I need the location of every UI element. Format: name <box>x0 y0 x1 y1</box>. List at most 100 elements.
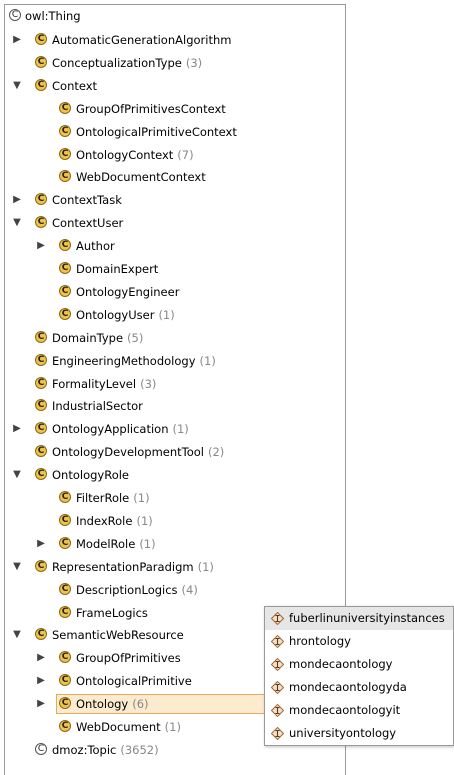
instance-count: (1) <box>139 536 156 551</box>
class-icon: C <box>35 78 47 91</box>
class-name: FilterRole <box>76 491 130 505</box>
tree-row[interactable]: C FormalityLevel (3) <box>5 373 345 395</box>
instance-count: (3) <box>185 55 203 70</box>
tree-row[interactable]: C WebDocumentContext <box>5 166 345 188</box>
class-name: OntologicalPrimitiveContext <box>76 124 237 139</box>
collapsed-arrow-icon[interactable]: ▶ <box>35 533 47 555</box>
expanded-arrow-icon[interactable]: ▼ <box>11 75 23 97</box>
tree-row-label: Context <box>52 75 97 97</box>
collapsed-arrow-icon[interactable]: ▶ <box>35 670 47 692</box>
tree-row-label: ConceptualizationType (3) <box>52 52 202 74</box>
tree-row[interactable]: C OntologyUser (1) <box>5 304 345 326</box>
class-name: FormalityLevel <box>52 376 137 391</box>
expanded-arrow-icon[interactable]: ▼ <box>11 624 23 646</box>
tree-row-label: OntologyContext (7) <box>76 144 194 166</box>
tree-row[interactable]: ▼ C OntologyRole <box>5 464 345 486</box>
collapsed-arrow-icon[interactable]: ▶ <box>11 29 23 51</box>
class-icon: C <box>35 33 47 45</box>
collapsed-arrow-icon[interactable]: ▶ <box>35 693 47 715</box>
class-icon: C <box>35 445 47 458</box>
class-icon: C <box>59 513 71 526</box>
class-name: OntologyUser <box>76 307 155 322</box>
tree-row-label: WebDocument (1) <box>76 716 181 738</box>
tree-row-label: Ontology (6) <box>76 693 149 715</box>
popup-item-label: mondecaontologyit <box>289 703 401 717</box>
collapsed-arrow-icon[interactable]: ▶ <box>11 418 23 440</box>
collapsed-arrow-icon[interactable]: ▶ <box>35 647 47 669</box>
class-name: OntologyContext <box>76 147 174 162</box>
popup-item[interactable]: mondecaontologyit <box>265 699 453 722</box>
tree-row[interactable]: C OntologyContext (7) <box>5 144 345 166</box>
class-icon: C <box>59 651 71 664</box>
tree-row[interactable]: ▼ C Context <box>5 75 345 97</box>
class-icon: C <box>59 674 71 687</box>
popup-item-label: hrontology <box>289 634 351 648</box>
tree-row-label: ContextTask <box>52 189 122 211</box>
popup-item[interactable]: hrontology <box>265 630 453 653</box>
class-icon: C <box>59 262 71 274</box>
tree-row[interactable]: C DescriptionLogics (4) <box>5 579 345 601</box>
class-name: GroupOfPrimitives <box>76 651 181 666</box>
popup-item[interactable]: mondecaontology <box>265 653 453 676</box>
class-icon: C <box>59 605 71 618</box>
tree-row[interactable]: C FilterRole (1) <box>5 487 345 509</box>
collapsed-arrow-icon[interactable]: ▶ <box>11 189 23 211</box>
class-name: IndustrialSector <box>52 399 143 414</box>
tree-row-label: OntologicalPrimitiveContext <box>76 121 237 143</box>
class-name: OntologyDevelopmentTool <box>52 445 204 460</box>
tree-row[interactable]: ▼ C RepresentationParadigm (1) <box>5 556 345 578</box>
class-icon: C <box>59 124 71 137</box>
class-icon: C <box>35 468 47 481</box>
class-name: ContextTask <box>52 193 122 208</box>
tree-row[interactable]: C OntologyEngineer <box>5 281 345 303</box>
class-name: WebDocumentContext <box>76 170 206 185</box>
tree-row[interactable]: C OntologyDevelopmentTool (2) <box>5 441 345 463</box>
tree-row[interactable]: C IndustrialSector <box>5 395 345 417</box>
popup-item[interactable]: universityontology <box>265 722 453 745</box>
class-name: IndexRole <box>76 513 133 528</box>
tree-row[interactable]: ▶ C ModelRole (1) <box>5 533 345 555</box>
class-icon: C <box>59 101 71 114</box>
class-name: RepresentationParadigm <box>52 559 194 574</box>
tree-row[interactable]: ▼ C ContextUser <box>5 212 345 234</box>
popup-item[interactable]: fuberlinuniversityinstances <box>265 607 453 630</box>
tree-row[interactable]: ▶ C Author <box>5 235 345 257</box>
tree-row[interactable]: ▶ C OntologyApplication (1) <box>5 418 345 440</box>
collapsed-arrow-icon[interactable]: ▶ <box>35 235 47 257</box>
expanded-arrow-icon[interactable]: ▼ <box>11 212 23 234</box>
class-name: FrameLogics <box>76 605 148 620</box>
class-name: SemanticWebResource <box>52 628 184 643</box>
popup-item-label: mondecaontology <box>289 657 393 671</box>
tree-row[interactable]: C DomainExpert <box>5 258 345 280</box>
class-icon: C <box>59 284 71 297</box>
tree-row[interactable]: C GroupOfPrimitivesContext <box>5 98 345 120</box>
class-icon: C <box>35 559 47 572</box>
tree-row-label: owl:Thing <box>25 9 81 23</box>
instance-count: (7) <box>177 147 194 162</box>
instance-count: (1) <box>197 559 214 574</box>
tree-row-label: OntologyDevelopmentTool (2) <box>52 441 224 463</box>
popup-item[interactable]: mondecaontologyda <box>265 676 453 699</box>
class-icon: C <box>59 536 71 549</box>
class-name: dmoz:Topic <box>52 742 117 757</box>
tree-row[interactable]: C DomainType (5) <box>5 327 345 349</box>
class-icon: C <box>35 216 47 229</box>
class-icon: C <box>59 720 71 732</box>
tree-row[interactable]: C EngineeringMethodology (1) <box>5 350 345 372</box>
tree-row[interactable]: ▶ C AutomaticGenerationAlgorithm <box>5 29 345 51</box>
class-icon: C <box>59 239 71 252</box>
class-icon: C <box>35 422 47 435</box>
class-name: AutomaticGenerationAlgorithm <box>52 33 232 47</box>
class-name: OntologyApplication <box>52 422 169 437</box>
class-icon: C <box>35 628 47 641</box>
tree-row[interactable]: C IndexRole (1) <box>5 510 345 532</box>
class-name: DomainType <box>52 330 124 345</box>
expanded-arrow-icon[interactable]: ▼ <box>11 556 23 578</box>
tree-row[interactable]: ▶ C ContextTask <box>5 189 345 211</box>
expanded-arrow-icon[interactable]: ▼ <box>11 464 23 486</box>
tree-row-label: DomainType (5) <box>52 327 143 349</box>
tree-row[interactable]: C ConceptualizationType (3) <box>5 52 345 74</box>
class-name: Ontology <box>76 697 129 712</box>
tree-row-label: IndustrialSector <box>52 395 143 417</box>
tree-row[interactable]: C OntologicalPrimitiveContext <box>5 121 345 143</box>
